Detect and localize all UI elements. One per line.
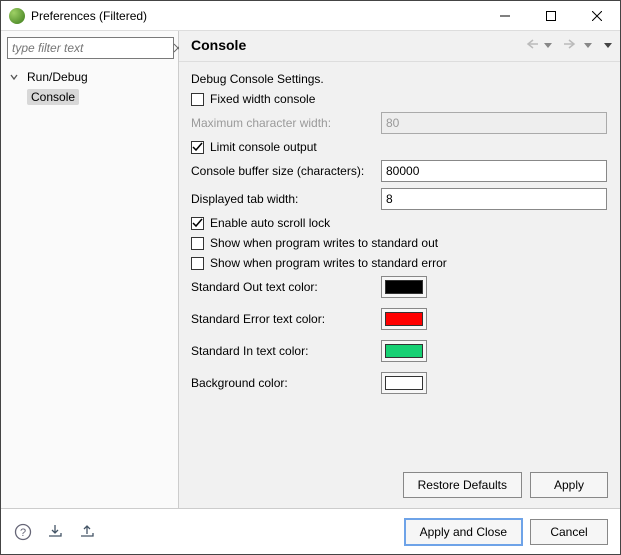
app-icon <box>9 8 25 24</box>
titlebar: Preferences (Filtered) <box>1 1 620 31</box>
menu-dropdown-icon[interactable] <box>604 38 612 52</box>
back-icon[interactable] <box>524 38 540 53</box>
stdin-color-button[interactable] <box>381 340 427 362</box>
dialog-body: Run/Debug Console Console <box>1 31 620 508</box>
maximize-button[interactable] <box>528 1 574 30</box>
page-actions: Restore Defaults Apply <box>179 462 620 508</box>
limit-output-label: Limit console output <box>210 140 317 154</box>
stderr-color-label: Standard Error text color: <box>191 312 381 326</box>
stderr-color-button[interactable] <box>381 308 427 330</box>
auto-scroll-checkbox[interactable] <box>191 217 204 230</box>
dialog-footer: ? Apply and Close Cancel <box>1 508 620 554</box>
limit-output-checkbox[interactable] <box>191 141 204 154</box>
apply-button[interactable]: Apply <box>530 472 608 498</box>
forward-icon[interactable] <box>564 38 580 53</box>
tree-item-run-debug[interactable]: Run/Debug <box>1 67 178 87</box>
section-heading: Debug Console Settings. <box>191 72 608 86</box>
tree-item-console[interactable]: Console <box>1 87 178 107</box>
stdin-color-swatch <box>385 344 423 358</box>
header-toolbar <box>524 38 612 53</box>
show-stdout-label: Show when program writes to standard out <box>210 236 438 250</box>
window-title: Preferences (Filtered) <box>31 9 482 23</box>
minimize-button[interactable] <box>482 1 528 30</box>
import-icon[interactable] <box>45 522 65 542</box>
page-header: Console <box>179 31 620 62</box>
chevron-down-icon <box>7 70 21 84</box>
close-button[interactable] <box>574 1 620 30</box>
svg-text:?: ? <box>20 527 26 539</box>
max-char-width-label: Maximum character width: <box>191 116 381 130</box>
stdout-color-label: Standard Out text color: <box>191 280 381 294</box>
dropdown-icon[interactable] <box>544 38 552 52</box>
bg-color-button[interactable] <box>381 372 427 394</box>
help-icon[interactable]: ? <box>13 522 33 542</box>
apply-and-close-button[interactable]: Apply and Close <box>405 519 522 545</box>
show-stdout-checkbox[interactable] <box>191 237 204 250</box>
fixed-width-row: Fixed width console <box>191 92 608 106</box>
auto-scroll-label: Enable auto scroll lock <box>210 216 330 230</box>
right-panel: Console Debug Console Settings. Fixed wi… <box>179 31 620 508</box>
bg-color-label: Background color: <box>191 376 381 390</box>
fixed-width-checkbox[interactable] <box>191 93 204 106</box>
dropdown-icon[interactable] <box>584 38 592 52</box>
bg-color-swatch <box>385 376 423 390</box>
filter-input-wrapper <box>7 37 174 59</box>
left-panel: Run/Debug Console <box>1 31 179 508</box>
cancel-button[interactable]: Cancel <box>530 519 608 545</box>
fixed-width-label: Fixed width console <box>210 92 315 106</box>
preferences-tree: Run/Debug Console <box>1 63 178 111</box>
preferences-window: Preferences (Filtered) <box>0 0 621 555</box>
page-title: Console <box>191 37 524 53</box>
tab-width-input[interactable] <box>381 188 607 210</box>
buffer-size-label: Console buffer size (characters): <box>191 164 381 178</box>
export-icon[interactable] <box>77 522 97 542</box>
max-char-width-input <box>381 112 607 134</box>
window-controls <box>482 1 620 30</box>
stdout-color-swatch <box>385 280 423 294</box>
stdout-color-button[interactable] <box>381 276 427 298</box>
stdin-color-label: Standard In text color: <box>191 344 381 358</box>
filter-input[interactable] <box>8 41 173 55</box>
limit-output-row: Limit console output <box>191 140 608 154</box>
buffer-size-input[interactable] <box>381 160 607 182</box>
show-stderr-label: Show when program writes to standard err… <box>210 256 447 270</box>
page-content: Debug Console Settings. Fixed width cons… <box>179 62 620 462</box>
show-stderr-checkbox[interactable] <box>191 257 204 270</box>
tree-label: Console <box>27 89 79 105</box>
restore-defaults-button[interactable]: Restore Defaults <box>403 472 522 498</box>
tab-width-label: Displayed tab width: <box>191 192 381 206</box>
tree-label: Run/Debug <box>23 69 92 85</box>
stderr-color-swatch <box>385 312 423 326</box>
